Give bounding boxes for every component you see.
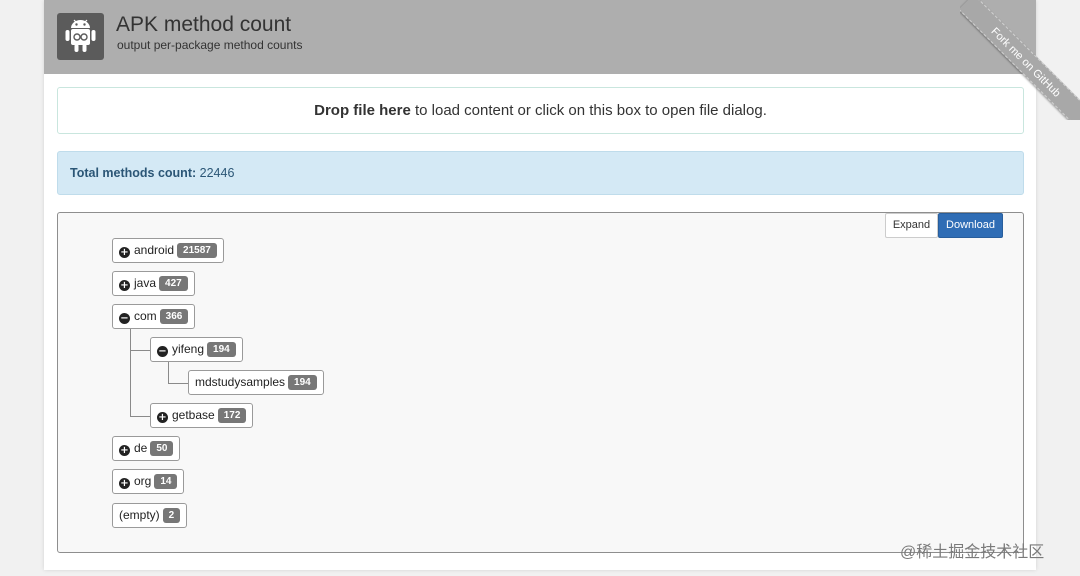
method-count-badge: 50 bbox=[150, 441, 174, 456]
page-title: APK method count bbox=[116, 13, 292, 36]
page-subtitle: output per-package method counts bbox=[117, 38, 303, 52]
drop-zone-bold-text: Drop file here bbox=[314, 102, 411, 119]
node-label: yifeng bbox=[172, 342, 205, 356]
method-count-badge: 427 bbox=[159, 276, 188, 291]
tree-node-android[interactable]: + android 21587 bbox=[112, 238, 224, 263]
node-label: getbase bbox=[172, 408, 215, 422]
github-ribbon-container: Fork me on GitHub bbox=[960, 0, 1080, 120]
tree-node-empty[interactable]: (empty) 2 bbox=[112, 503, 188, 528]
file-drop-zone[interactable]: Drop file here to load content or click … bbox=[57, 87, 1024, 134]
watermark: @稀土掘金技术社区 bbox=[900, 544, 1045, 561]
method-count-badge: 194 bbox=[207, 342, 236, 357]
method-count-badge: 2 bbox=[162, 508, 181, 523]
node-label: de bbox=[134, 441, 148, 455]
tree-node-java[interactable]: + java 427 bbox=[112, 271, 195, 296]
tree-connector bbox=[168, 362, 169, 384]
tree-node-mdstudysamples[interactable]: mdstudysamples 194 bbox=[188, 370, 324, 395]
method-count-badge: 366 bbox=[159, 309, 189, 324]
method-count-badge: 172 bbox=[217, 408, 247, 423]
node-label: android bbox=[134, 243, 175, 257]
package-tree-panel: Expand Download + android 21587 + java 427 −… bbox=[57, 212, 1024, 553]
android-icon bbox=[57, 13, 104, 60]
app-header: APK method count output per-package meth… bbox=[44, 0, 1036, 74]
plus-circle-icon[interactable]: + bbox=[157, 412, 168, 423]
tree-connector bbox=[130, 350, 151, 351]
total-methods-value: 22446 bbox=[199, 166, 235, 180]
tree-connector bbox=[168, 383, 189, 384]
tree-connector bbox=[130, 329, 131, 417]
drop-zone-text: to load content or click on this box to … bbox=[410, 102, 767, 119]
minus-circle-icon[interactable]: − bbox=[119, 313, 130, 324]
plus-circle-icon[interactable]: + bbox=[119, 478, 130, 489]
plus-circle-icon[interactable]: + bbox=[119, 247, 130, 258]
node-label: org bbox=[134, 474, 152, 488]
node-label: (empty) bbox=[119, 508, 160, 522]
total-methods-label: Total methods count: bbox=[70, 166, 197, 180]
node-label: com bbox=[134, 309, 157, 323]
node-label: java bbox=[134, 276, 157, 290]
tree-node-com[interactable]: − com 366 bbox=[112, 304, 196, 329]
fork-me-on-github-link[interactable]: Fork me on GitHub bbox=[960, 0, 1080, 120]
page-container: APK method count output per-package meth… bbox=[44, 0, 1036, 570]
tree-node-de[interactable]: + de 50 bbox=[112, 436, 181, 461]
node-label: mdstudysamples bbox=[195, 375, 286, 389]
download-button[interactable]: Download bbox=[938, 213, 1003, 238]
method-count-badge: 14 bbox=[154, 474, 178, 489]
tree-node-yifeng[interactable]: − yifeng 194 bbox=[150, 337, 243, 362]
expand-button[interactable]: Expand bbox=[885, 213, 938, 238]
total-methods-alert: Total methods count: 22446 bbox=[57, 151, 1024, 195]
plus-circle-icon[interactable]: + bbox=[119, 280, 130, 291]
tree-connector bbox=[130, 416, 151, 417]
tree-node-org[interactable]: + org 14 bbox=[112, 469, 185, 494]
method-count-badge: 21587 bbox=[177, 243, 217, 258]
method-count-badge: 194 bbox=[288, 375, 317, 390]
tree-node-getbase[interactable]: + getbase 172 bbox=[150, 403, 254, 428]
plus-circle-icon[interactable]: + bbox=[119, 445, 130, 456]
minus-circle-icon[interactable]: − bbox=[157, 346, 168, 357]
